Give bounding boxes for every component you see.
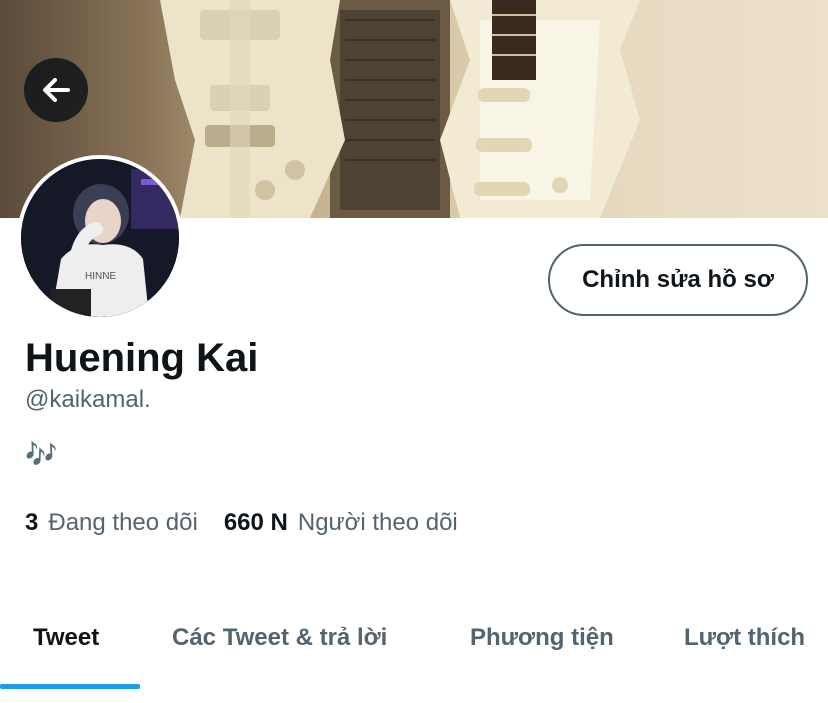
tab-likes[interactable]: Lượt thích [684,624,805,652]
following-stat[interactable]: 3 Đang theo dõi [25,509,198,537]
active-tab-indicator [0,684,140,689]
avatar[interactable]: HINNE [17,155,183,321]
following-label: Đang theo dõi [48,509,198,536]
user-handle: @kaikamal. [25,386,151,413]
profile-tabs: Tweet Các Tweet & trả lời Phương tiện Lư… [0,600,828,690]
back-button[interactable] [24,58,88,122]
avatar-image: HINNE [21,159,179,317]
display-name: Huening Kai [25,336,259,380]
profile-stats: 3 Đang theo dõi 660 N Người theo dõi [25,509,484,537]
followers-label: Người theo dõi [297,509,458,536]
tab-tweets-and-replies[interactable]: Các Tweet & trả lời [172,624,387,652]
tab-media[interactable]: Phương tiện [470,624,614,652]
followers-count: 660 N [223,509,288,536]
arrow-left-icon [43,78,70,102]
followers-stat[interactable]: 660 N Người theo dõi [224,509,458,537]
tab-tweets[interactable]: Tweet [33,624,99,652]
svg-text:HINNE: HINNE [85,271,116,282]
following-count: 3 [25,509,39,536]
bio-text: 🎶 [25,440,58,470]
edit-profile-button[interactable]: Chỉnh sửa hồ sơ [548,244,808,316]
